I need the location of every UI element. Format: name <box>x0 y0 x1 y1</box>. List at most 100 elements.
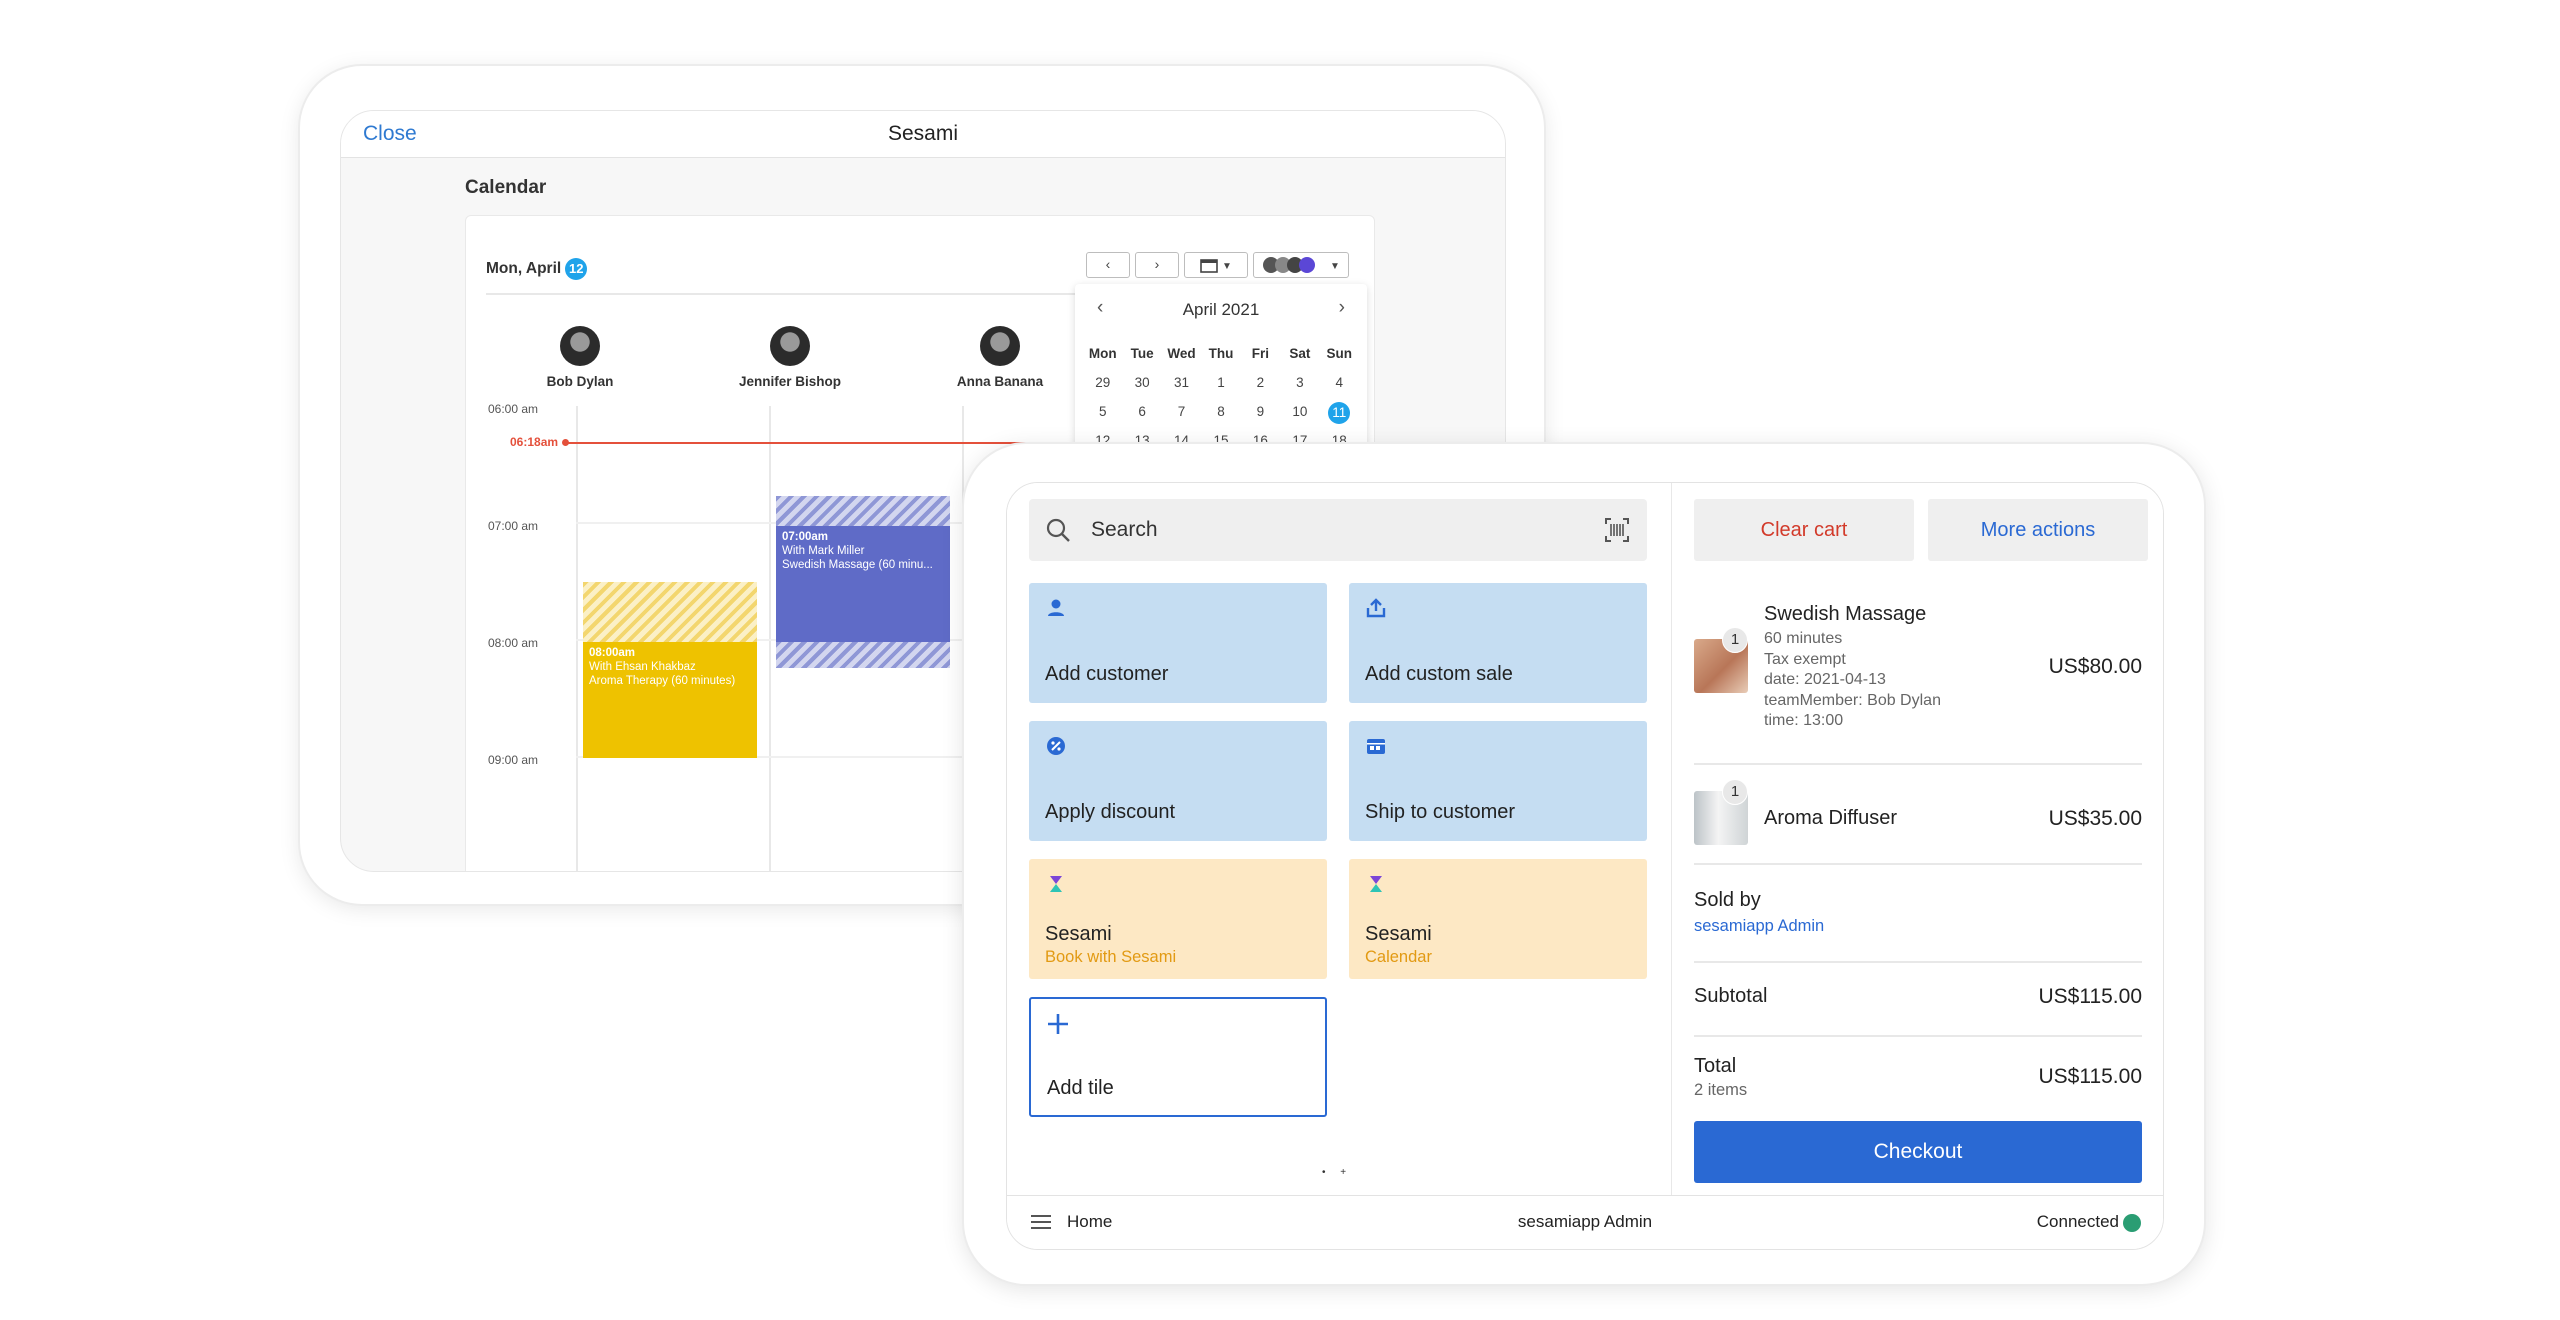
appointment-client: With Ehsan Khakbaz <box>589 661 696 673</box>
day-number: 4 <box>1335 375 1344 390</box>
day-cell[interactable]: 8 <box>1201 402 1240 422</box>
day-cell[interactable]: 1 <box>1201 373 1240 393</box>
tile-panel: Search Add customer Add custom sale Appl… <box>1007 483 1671 1195</box>
prev-day-button[interactable]: ‹ <box>1086 252 1130 278</box>
day-number: 5 <box>1098 404 1107 419</box>
divider <box>1694 863 2142 865</box>
staff-column-header[interactable]: Bob Dylan <box>515 326 645 389</box>
tile-label: Sesami <box>1365 923 1432 945</box>
sesami-logo-icon <box>1370 876 1382 892</box>
divider <box>1694 763 2142 765</box>
day-cell[interactable]: 5 <box>1083 402 1122 422</box>
tile-sesami-book[interactable]: Sesami Book with Sesami <box>1029 859 1327 979</box>
time-label: 06:00 am <box>488 402 539 416</box>
day-number: 10 <box>1292 404 1308 419</box>
tile-apply-discount[interactable]: Apply discount <box>1029 721 1327 841</box>
calendar-icon <box>1200 259 1218 274</box>
page-indicator[interactable]: • + <box>1322 1167 1352 1178</box>
day-cell[interactable]: 9 <box>1241 402 1280 422</box>
cart-item[interactable]: 1 Swedish Massage 60 minutes Tax exempt … <box>1694 599 2142 739</box>
appointment-block[interactable]: 08:00am With Ehsan Khakbaz Aroma Therapy… <box>583 642 757 758</box>
appointment-time: 07:00am <box>782 531 829 543</box>
item-detail-line: Tax exempt <box>1764 650 1846 668</box>
tile-add-custom-sale[interactable]: Add custom sale <box>1349 583 1647 703</box>
pos-screen: Search Add customer Add custom sale Appl… <box>1006 482 2164 1250</box>
search-bar[interactable]: Search <box>1029 499 1647 561</box>
tile-label: Sesami <box>1045 923 1112 945</box>
day-cell[interactable]: 11 <box>1320 402 1359 424</box>
day-cell[interactable]: 29 <box>1083 373 1122 393</box>
pos-tablet: Search Add customer Add custom sale Appl… <box>964 444 2204 1284</box>
total-items-count: 2 items <box>1694 1081 1748 1099</box>
day-cell[interactable]: 7 <box>1162 402 1201 422</box>
weekday-label: Sun <box>1326 346 1353 361</box>
tile-label: Apply discount <box>1045 801 1176 823</box>
tile-add-tile[interactable]: Add tile <box>1029 997 1327 1117</box>
search-input[interactable]: Search <box>1091 518 1158 542</box>
staff-name: Jennifer Bishop <box>738 374 841 389</box>
item-name: Aroma Diffuser <box>1764 807 1898 829</box>
quantity-badge: 1 <box>1722 779 1748 805</box>
person-icon <box>1048 599 1064 616</box>
date-picker-button[interactable]: ▼ <box>1184 252 1248 278</box>
day-cell[interactable]: 2 <box>1241 373 1280 393</box>
buffer-block <box>776 496 950 526</box>
checkout-button[interactable]: Checkout <box>1694 1121 2142 1183</box>
app-title: Sesami <box>887 122 959 145</box>
day-cell[interactable]: 31 <box>1162 373 1201 393</box>
tile-subtitle: Calendar <box>1365 948 1432 966</box>
total-label: Total <box>1694 1055 1737 1077</box>
appointment-time: 08:00am <box>589 647 636 659</box>
cart-item[interactable]: 1 Aroma Diffuser US$35.00 <box>1694 773 2142 853</box>
day-number: 31 <box>1174 375 1190 390</box>
caret-down-icon: ▼ <box>1329 261 1340 272</box>
weekday-label: Fri <box>1251 346 1270 361</box>
day-number: 9 <box>1256 404 1265 419</box>
staff-column-header[interactable]: Jennifer Bishop <box>715 326 865 389</box>
current-time-dot <box>562 439 569 446</box>
time-label: 07:00 am <box>488 519 539 533</box>
item-price: US$80.00 <box>2048 655 2142 678</box>
day-cell[interactable]: 30 <box>1122 373 1161 393</box>
avatar <box>770 326 810 366</box>
staff-column-header[interactable]: Anna Banana <box>935 326 1065 389</box>
next-day-button[interactable]: › <box>1135 252 1179 278</box>
avatar <box>560 326 600 366</box>
chevron-left-icon: ‹ <box>1105 256 1111 272</box>
appointment-service: Aroma Therapy (60 minutes) <box>589 675 736 687</box>
staff-filter-button[interactable]: ▼ <box>1253 252 1349 278</box>
day-cell[interactable]: 4 <box>1320 373 1359 393</box>
weekday-label: Mon <box>1088 346 1117 361</box>
month-grid: Mon Tue Wed Thu Fri Sat Sun 29 30 31 1 2 3 4 5 6 7 8 9 10 11… <box>1083 344 1359 451</box>
current-time-label: 06:18am <box>510 435 559 449</box>
discount-icon <box>1047 737 1065 755</box>
next-month-button[interactable]: › <box>1339 297 1345 319</box>
item-price: US$35.00 <box>2048 807 2142 830</box>
total-value: US$115.00 <box>2038 1065 2142 1088</box>
status-dot-icon <box>2123 1214 2141 1232</box>
clear-cart-button[interactable]: Clear cart <box>1694 499 1914 561</box>
buffer-block <box>583 582 757 642</box>
day-number: 8 <box>1217 404 1225 419</box>
barcode-scan-icon[interactable] <box>1605 518 1629 542</box>
tile-sesami-calendar[interactable]: Sesami Calendar <box>1349 859 1647 979</box>
upload-icon <box>1366 598 1386 618</box>
day-cell[interactable]: 10 <box>1280 402 1319 422</box>
tile-ship-to-customer[interactable]: Ship to customer <box>1349 721 1647 841</box>
tile-label: Add tile <box>1047 1077 1114 1099</box>
day-cell[interactable]: 6 <box>1122 402 1161 422</box>
weekday-label: Tue <box>1130 346 1154 361</box>
sold-by-link[interactable]: sesamiapp Admin <box>1694 917 1824 936</box>
staff-name: Bob Dylan <box>546 374 614 389</box>
appointment-block[interactable]: 07:00am With Mark Miller Swedish Massage… <box>776 526 950 642</box>
quantity-badge: 1 <box>1722 627 1748 653</box>
tile-label: Add custom sale <box>1365 663 1513 685</box>
more-actions-button[interactable]: More actions <box>1928 499 2148 561</box>
tile-label: Ship to customer <box>1365 801 1516 823</box>
day-number: 29 <box>1095 375 1111 390</box>
tile-add-customer[interactable]: Add customer <box>1029 583 1327 703</box>
day-cell[interactable]: 3 <box>1280 373 1319 393</box>
tile-label: Add customer <box>1045 663 1169 685</box>
ship-icon <box>1367 739 1385 754</box>
subtotal-value: US$115.00 <box>2038 985 2142 1008</box>
